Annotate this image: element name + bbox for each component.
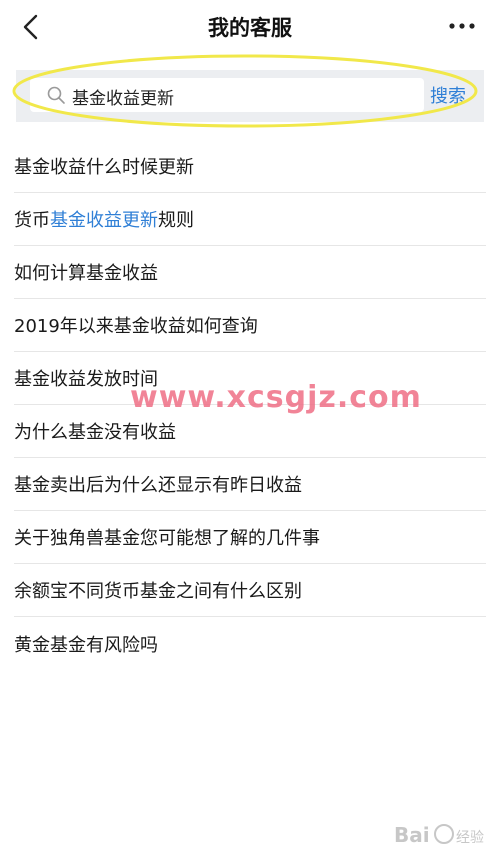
search-button[interactable]: 搜索: [430, 82, 466, 108]
svg-text:经验: 经验: [456, 830, 484, 846]
svg-text:Bai: Bai: [394, 823, 430, 847]
search-icon: [47, 86, 65, 104]
result-item[interactable]: 黄金基金有风险吗: [14, 617, 486, 670]
result-item-text: 基金卖出后为什么还显示有昨日收益: [14, 475, 302, 496]
result-item[interactable]: 基金卖出后为什么还显示有昨日收益: [14, 458, 486, 511]
result-item[interactable]: 余额宝不同货币基金之间有什么区别: [14, 564, 486, 617]
result-item-text: 货币: [14, 210, 50, 231]
result-item-text: 规则: [158, 210, 194, 231]
result-item[interactable]: 2019年以来基金收益如何查询: [14, 299, 486, 352]
customer-service-page: 我的客服 基金收益更新 搜索 基金收益什么时候更新 货币 基金收益更新 规则 如何计算基…: [0, 0, 500, 865]
result-item[interactable]: 如何计算基金收益: [14, 246, 486, 299]
result-item-text: 2019年以来基金收益如何查询: [14, 316, 258, 337]
result-item[interactable]: 关于独角兽基金您可能想了解的几件事: [14, 511, 486, 564]
nav-header: 我的客服: [0, 0, 500, 56]
search-query-text[interactable]: 基金收益更新: [72, 84, 174, 109]
result-item-text: 如何计算基金收益: [14, 263, 158, 284]
result-item[interactable]: 为什么基金没有收益: [14, 405, 486, 458]
search-results-list: 基金收益什么时候更新 货币 基金收益更新 规则 如何计算基金收益 2019年以来基金收益如…: [0, 140, 500, 670]
result-item-text: 关于独角兽基金您可能想了解的几件事: [14, 528, 320, 549]
highlighted-match-text: 基金收益更新: [50, 210, 158, 231]
result-item[interactable]: 基金收益什么时候更新: [14, 140, 486, 193]
result-item-text: 黄金基金有风险吗: [14, 634, 158, 656]
result-item-text: 基金收益发放时间: [14, 369, 158, 390]
result-item-text: 余额宝不同货币基金之间有什么区别: [14, 581, 302, 602]
result-item[interactable]: 货币 基金收益更新 规则: [14, 193, 486, 246]
page-title: 我的客服: [208, 16, 292, 40]
result-item[interactable]: 基金收益发放时间: [14, 352, 486, 405]
result-item-text: 为什么基金没有收益: [14, 422, 176, 443]
baidu-jingyan-watermark-logo: Bai 经验: [394, 823, 484, 847]
more-horizontal-icon[interactable]: [448, 22, 476, 30]
result-item-text: 基金收益什么时候更新: [14, 157, 194, 178]
